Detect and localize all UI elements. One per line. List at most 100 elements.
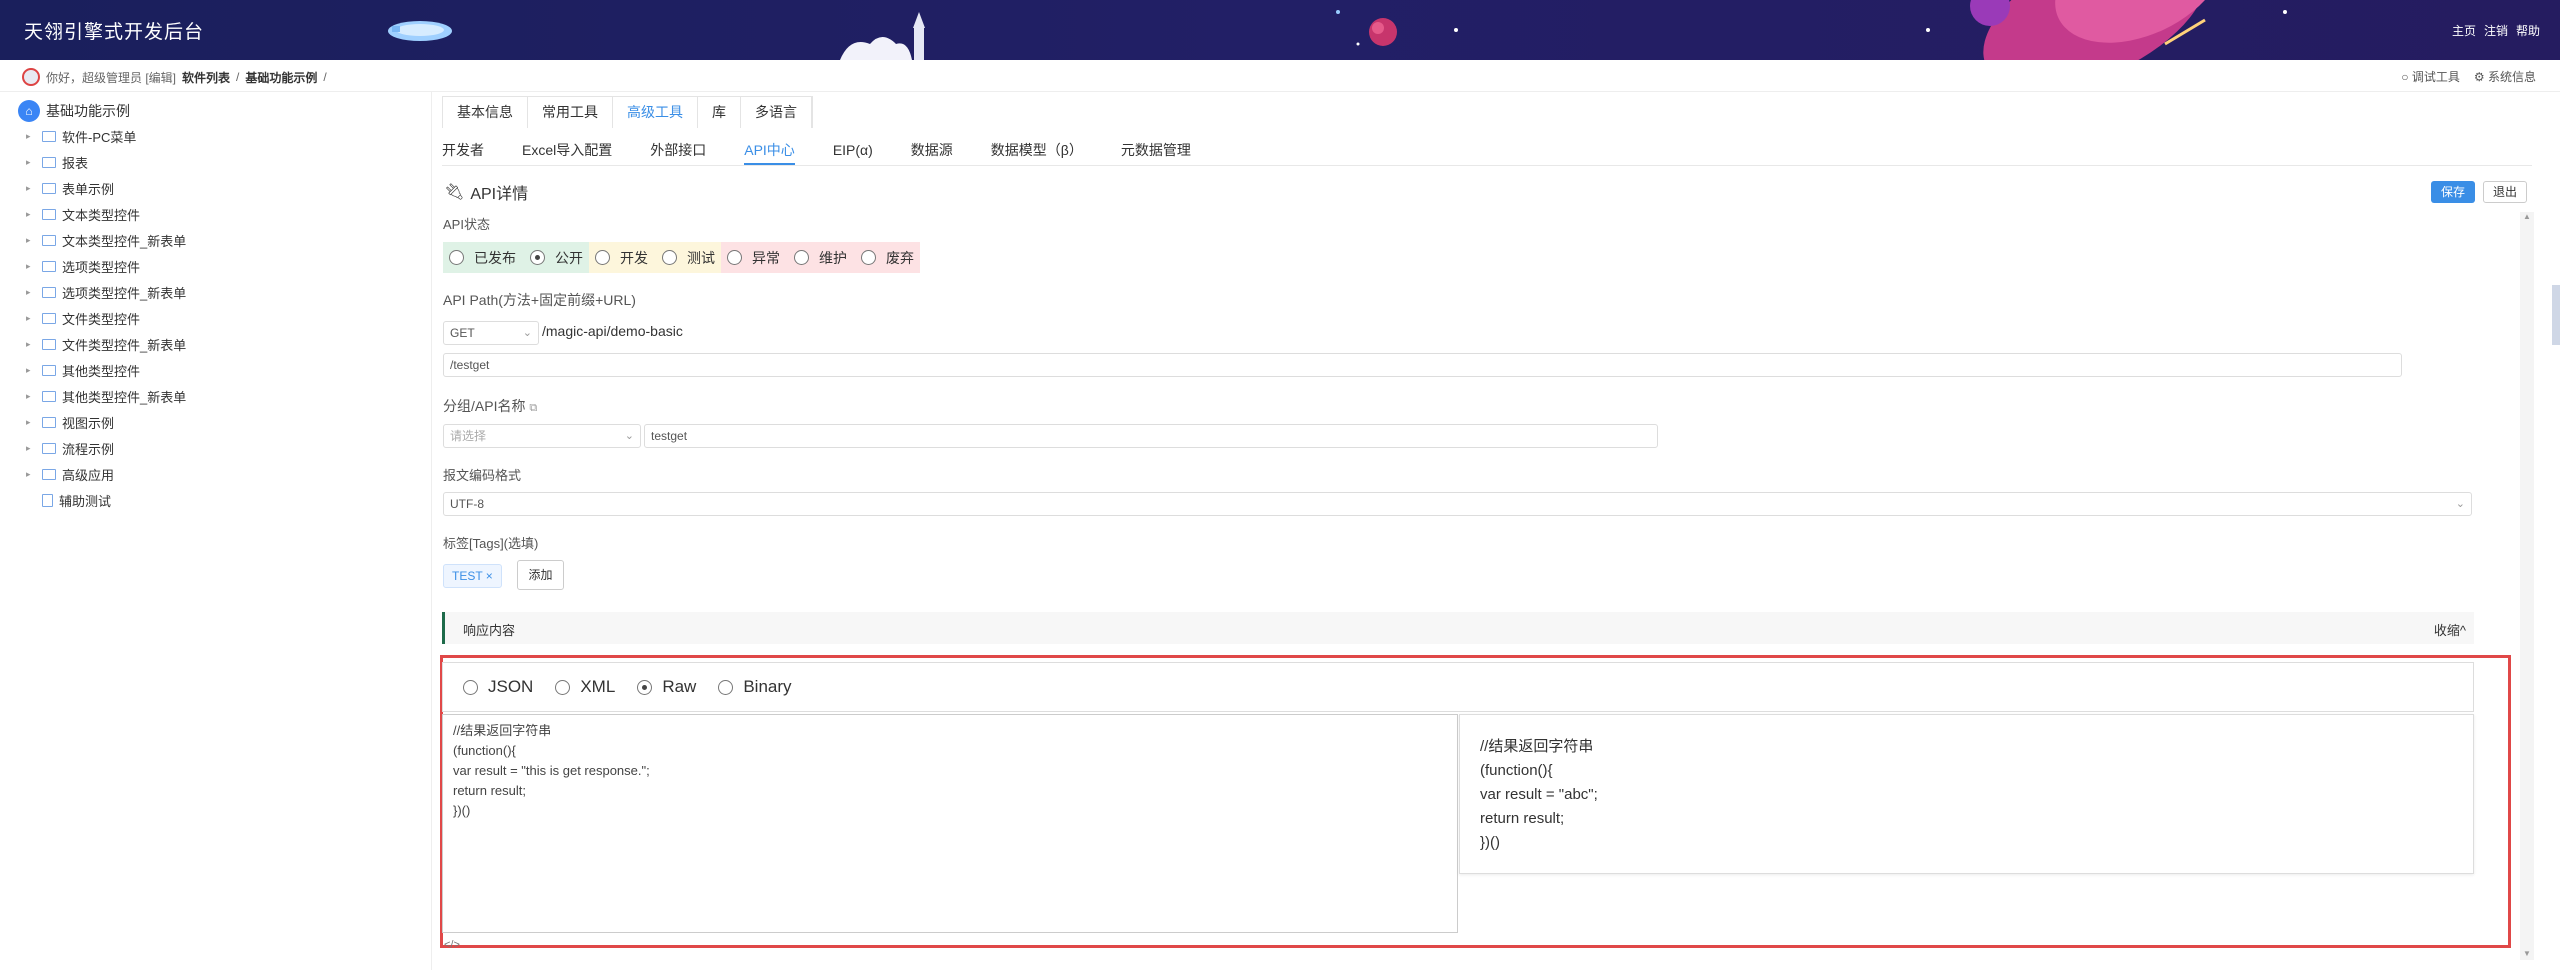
copy-icon[interactable]: ⧉ <box>529 402 537 414</box>
folder-icon <box>42 130 56 142</box>
avatar[interactable] <box>22 68 40 86</box>
tab-common-tools[interactable]: 常用工具 <box>528 97 613 128</box>
scroll-down-icon[interactable]: ▼ <box>2523 949 2531 958</box>
code-editor[interactable]: //结果返回字符串 (function(){ var result = "thi… <box>442 714 1458 933</box>
scroll-up-icon[interactable]: ▲ <box>2523 212 2531 221</box>
status-develop[interactable]: 开发 <box>595 248 648 268</box>
status-test[interactable]: 测试 <box>662 248 715 268</box>
code-icon[interactable]: </> <box>444 939 460 951</box>
tab-data-model[interactable]: 数据模型（β） <box>991 136 1083 165</box>
encoding-select[interactable]: UTF-8 ⌄ <box>443 492 2472 516</box>
tab-advanced-tools[interactable]: 高级工具 <box>613 97 698 128</box>
radio[interactable] <box>718 679 734 695</box>
debug-tools-button[interactable]: ○ 调试工具 <box>2401 68 2460 85</box>
app-header: 天翎引擎式开发后台 主页 注销 帮助 <box>0 0 2560 60</box>
breadcrumb: 你好，超级管理员 [编辑] 软件列表 / 基础功能示例 / <box>22 68 327 86</box>
tree-item-option-controls-new[interactable]: ▸ 选项类型控件_新表单 <box>26 282 186 302</box>
tree-item-other-controls[interactable]: ▸ 其他类型控件 <box>26 360 140 380</box>
edge-handle[interactable] <box>2552 285 2560 345</box>
format-raw[interactable]: Raw <box>637 677 696 697</box>
scrollbar[interactable]: ▲ ▼ <box>2520 212 2534 960</box>
status-published[interactable]: 已发布 <box>449 248 516 268</box>
response-section-header[interactable]: 响应内容 收缩^ <box>442 612 2474 644</box>
greeting[interactable]: 你好，超级管理员 [编辑] <box>46 69 176 86</box>
tab-metadata[interactable]: 元数据管理 <box>1121 136 1191 165</box>
add-tag-button[interactable]: 添加 <box>517 560 564 590</box>
tree-item-other-controls-new[interactable]: ▸ 其他类型控件_新表单 <box>26 386 186 406</box>
radio-checked[interactable] <box>530 250 545 265</box>
status-public[interactable]: 公开 <box>530 248 583 268</box>
tab-library[interactable]: 库 <box>698 97 741 128</box>
radio[interactable] <box>449 250 464 265</box>
tree-item-file-controls-new[interactable]: ▸ 文件类型控件_新表单 <box>26 334 186 354</box>
radio[interactable] <box>555 679 571 695</box>
method-value: GET <box>450 326 475 340</box>
tree-item-form-demo[interactable]: ▸ 表单示例 <box>26 178 114 198</box>
caret-right-icon[interactable]: ▸ <box>26 339 36 350</box>
tree-item-report[interactable]: ▸ 报表 <box>26 152 88 172</box>
format-binary[interactable]: Binary <box>718 677 792 697</box>
breadcrumb-software-list[interactable]: 软件列表 <box>182 69 230 86</box>
api-path-input[interactable]: /testget <box>443 353 2402 377</box>
tree-item-advanced[interactable]: ▸ 高级应用 <box>26 464 114 484</box>
exit-button[interactable]: 退出 <box>2483 181 2527 203</box>
tree-item-text-controls-new[interactable]: ▸ 文本类型控件_新表单 <box>26 230 186 250</box>
format-json[interactable]: JSON <box>463 677 533 697</box>
api-name-input[interactable]: testget <box>644 424 1658 448</box>
caret-right-icon[interactable]: ▸ <box>26 469 36 480</box>
radio[interactable] <box>595 250 610 265</box>
tab-excel-import[interactable]: Excel导入配置 <box>522 136 612 165</box>
radio[interactable] <box>727 250 742 265</box>
tab-datasource[interactable]: 数据源 <box>911 136 953 165</box>
tab-external-interface[interactable]: 外部接口 <box>650 136 706 165</box>
caret-right-icon[interactable]: ▸ <box>26 287 36 298</box>
tree-item-file-controls[interactable]: ▸ 文件类型控件 <box>26 308 140 328</box>
system-info-button[interactable]: ⚙ 系统信息 <box>2474 68 2536 85</box>
caret-right-icon[interactable]: ▸ <box>26 183 36 194</box>
tree-item-pc-menu[interactable]: ▸ 软件-PC菜单 <box>26 126 136 146</box>
home-icon: ⌂ <box>18 100 40 122</box>
caret-right-icon[interactable]: ▸ <box>26 235 36 246</box>
nav-home[interactable]: 主页 <box>2452 22 2476 39</box>
tab-eip[interactable]: EIP(α) <box>833 136 873 165</box>
tree-item-aux-test[interactable]: 辅助测试 <box>26 490 111 510</box>
collapse-button[interactable]: 收缩^ <box>2434 620 2466 639</box>
tab-basic-info[interactable]: 基本信息 <box>443 97 528 128</box>
caret-right-icon[interactable]: ▸ <box>26 417 36 428</box>
save-button[interactable]: 保存 <box>2431 181 2475 203</box>
tree-item-flow-demo[interactable]: ▸ 流程示例 <box>26 438 114 458</box>
caret-right-icon[interactable]: ▸ <box>26 443 36 454</box>
tree-root[interactable]: ⌂ 基础功能示例 <box>18 100 130 122</box>
method-select[interactable]: GET ⌄ <box>443 321 539 345</box>
caret-right-icon[interactable]: ▸ <box>26 261 36 272</box>
radio[interactable] <box>662 250 677 265</box>
caret-right-icon[interactable]: ▸ <box>26 391 36 402</box>
status-error[interactable]: 异常 <box>727 248 780 268</box>
caret-right-icon[interactable]: ▸ <box>26 157 36 168</box>
group-select[interactable]: 请选择 ⌄ <box>443 424 641 448</box>
status-maintenance[interactable]: 维护 <box>794 248 847 268</box>
tree-item-text-controls[interactable]: ▸ 文本类型控件 <box>26 204 140 224</box>
tree-item-label: 高级应用 <box>62 467 115 483</box>
radio[interactable] <box>463 679 478 695</box>
radio[interactable] <box>861 250 876 265</box>
status-deprecated[interactable]: 废弃 <box>861 248 914 268</box>
tab-multilang[interactable]: 多语言 <box>741 97 812 128</box>
tab-api-center[interactable]: API中心 <box>744 136 795 165</box>
format-xml[interactable]: XML <box>555 677 615 697</box>
breadcrumb-basic-demo[interactable]: 基础功能示例 <box>245 69 317 86</box>
caret-right-icon[interactable]: ▸ <box>26 131 36 142</box>
tree-item-label: 辅助测试 <box>59 493 112 509</box>
caret-right-icon[interactable]: ▸ <box>26 313 36 324</box>
nav-logout[interactable]: 注销 <box>2484 22 2508 39</box>
caret-right-icon[interactable]: ▸ <box>26 209 36 220</box>
tab-developer[interactable]: 开发者 <box>442 136 484 165</box>
tree-item-option-controls[interactable]: ▸ 选项类型控件 <box>26 256 140 276</box>
tree-item-view-demo[interactable]: ▸ 视图示例 <box>26 412 114 432</box>
tag-test[interactable]: TEST × <box>443 564 502 588</box>
radio-checked[interactable] <box>637 679 653 695</box>
chevron-down-icon: ⌄ <box>522 327 532 339</box>
nav-help[interactable]: 帮助 <box>2516 22 2540 39</box>
caret-right-icon[interactable]: ▸ <box>26 365 36 376</box>
radio[interactable] <box>794 250 809 265</box>
